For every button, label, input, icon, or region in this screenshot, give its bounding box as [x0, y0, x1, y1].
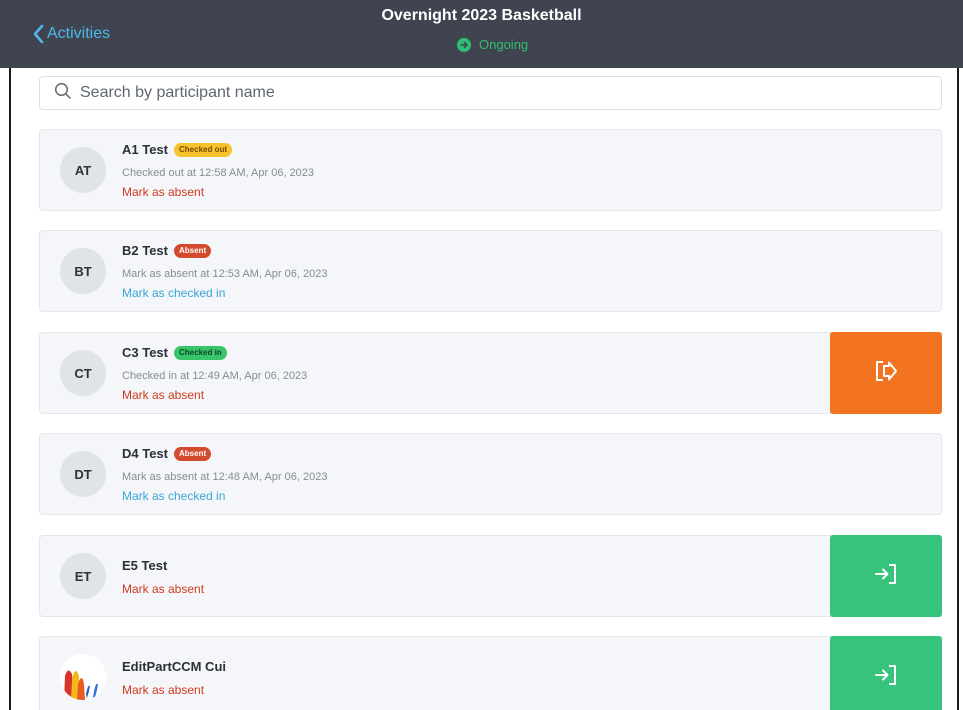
- window-frame-right: [957, 68, 959, 710]
- search-icon: [54, 82, 72, 105]
- check-in-button[interactable]: [830, 535, 942, 617]
- status-timestamp: Checked in at 12:49 AM, Apr 06, 2023: [122, 370, 308, 382]
- participant-card[interactable]: BT B2 Test Absent Mark as absent at 12:5…: [39, 230, 942, 312]
- check-out-icon: [873, 359, 899, 388]
- top-nav-bar: Activities Overnight 2023 Basketball Ong…: [0, 0, 963, 68]
- mark-checked-in-link[interactable]: Mark as checked in: [122, 489, 327, 504]
- participant-name: E5 Test: [122, 558, 168, 573]
- mark-absent-link[interactable]: Mark as absent: [122, 388, 307, 403]
- status-badge: Absent: [174, 447, 212, 461]
- window-frame-left: [9, 68, 11, 710]
- participant-name: EditPartCCM Cui: [122, 659, 226, 674]
- status-label: Ongoing: [479, 37, 529, 52]
- avatar: DT: [60, 451, 106, 497]
- check-in-icon: [873, 663, 899, 692]
- mark-absent-link[interactable]: Mark as absent: [122, 185, 314, 200]
- participant-card[interactable]: ET E5 Test Mark as absent: [39, 535, 942, 617]
- participant-card[interactable]: AT A1 Test Checked out Checked out at 12…: [39, 129, 942, 211]
- page-title: Overnight 2023 Basketball: [381, 7, 582, 24]
- mark-checked-in-link[interactable]: Mark as checked in: [122, 286, 327, 301]
- check-in-button[interactable]: [830, 636, 942, 710]
- chevron-left-icon: [32, 24, 44, 44]
- avatar: AT: [60, 147, 106, 193]
- status-timestamp: Checked out at 12:58 AM, Apr 06, 2023: [122, 167, 315, 179]
- activity-status: Ongoing: [457, 37, 528, 53]
- status-badge: Checked out: [174, 143, 233, 157]
- search-input[interactable]: [80, 84, 780, 102]
- participant-name: B2 Test: [122, 243, 168, 258]
- mark-absent-link[interactable]: Mark as absent: [122, 683, 226, 698]
- check-in-icon: [873, 562, 899, 591]
- participant-name: A1 Test: [122, 142, 168, 157]
- status-timestamp: Mark as absent at 12:48 AM, Apr 06, 2023: [122, 471, 328, 483]
- check-out-button[interactable]: [830, 332, 942, 414]
- participant-name: D4 Test: [122, 446, 168, 461]
- arrow-right-circle-icon: [457, 38, 471, 52]
- mark-absent-link[interactable]: Mark as absent: [122, 582, 204, 597]
- participant-card[interactable]: DT D4 Test Absent Mark as absent at 12:4…: [39, 433, 942, 515]
- avatar: BT: [60, 248, 106, 294]
- avatar: ET: [60, 553, 106, 599]
- back-button[interactable]: Activities: [32, 24, 110, 44]
- status-badge: Absent: [174, 244, 212, 258]
- avatar: CT: [60, 350, 106, 396]
- participant-card[interactable]: EditPartCCM Cui Mark as absent: [39, 636, 942, 710]
- status-badge: Checked in: [174, 346, 227, 360]
- status-timestamp: Mark as absent at 12:53 AM, Apr 06, 2023: [122, 268, 328, 280]
- back-label: Activities: [47, 25, 111, 42]
- participant-name: C3 Test: [122, 345, 168, 360]
- participant-card[interactable]: CT C3 Test Checked in Checked in at 12:4…: [39, 332, 942, 414]
- search-bar: [39, 76, 942, 110]
- avatar: [60, 654, 106, 700]
